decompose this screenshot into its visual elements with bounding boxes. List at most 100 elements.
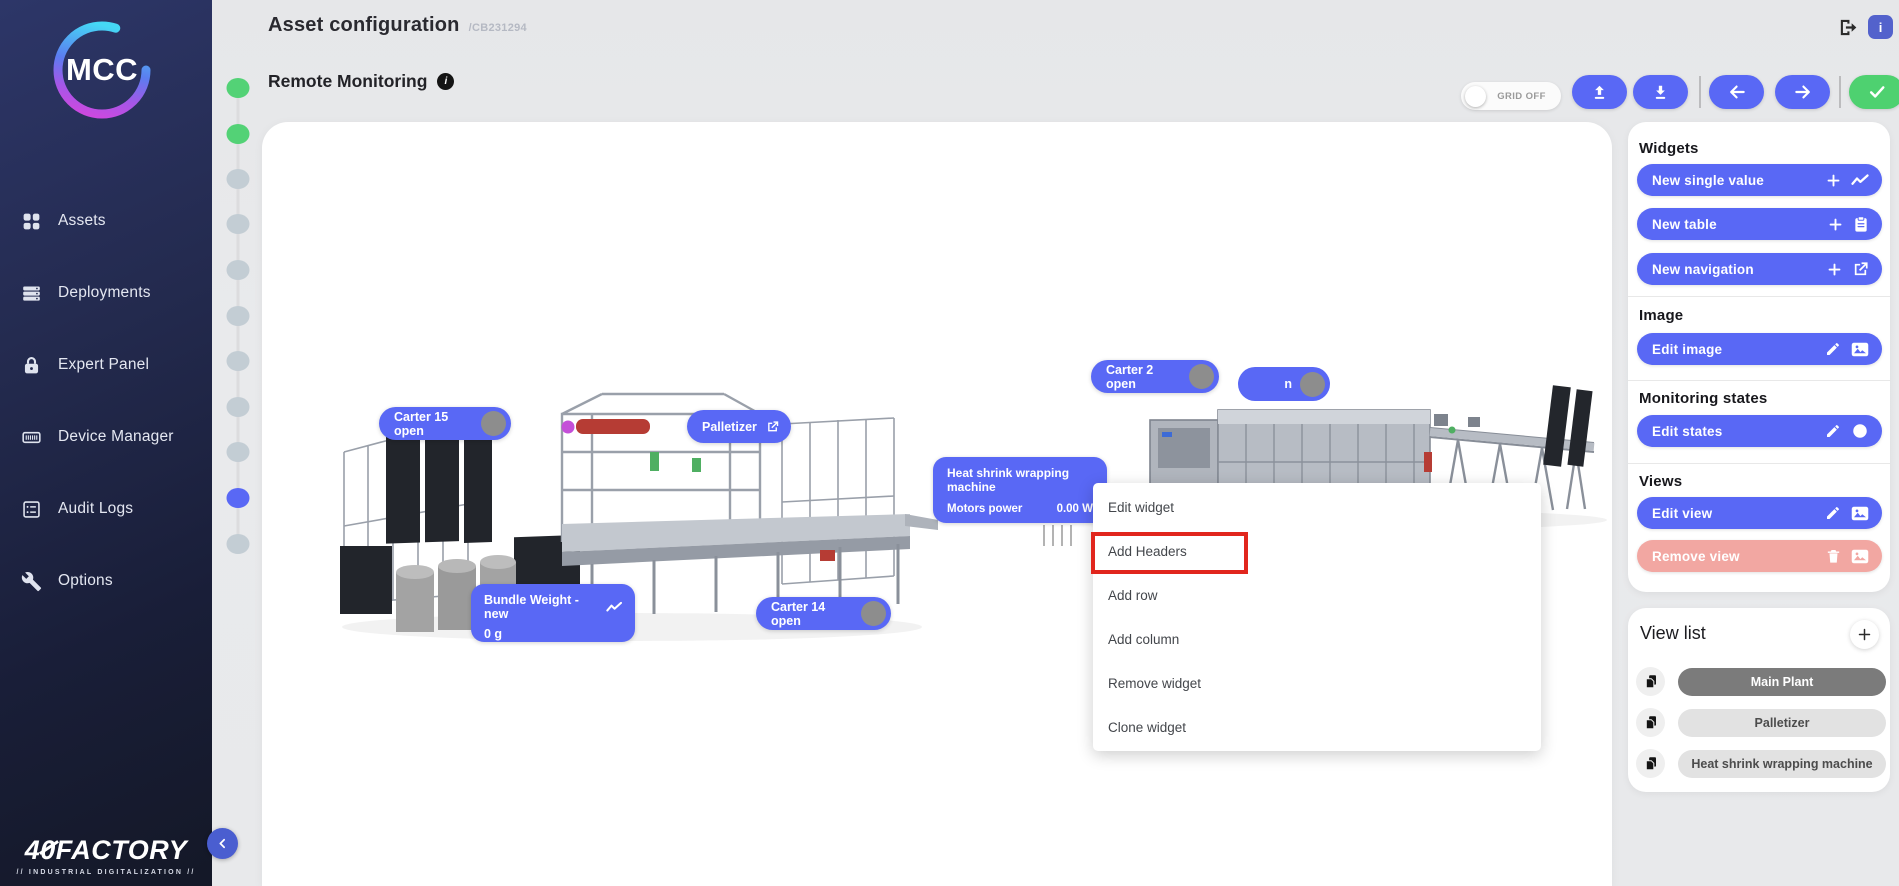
sidebar-collapse-button[interactable] bbox=[207, 828, 238, 859]
view-list-panel: View list Main Plant Palletizer bbox=[1628, 608, 1890, 792]
redo-forward-button[interactable] bbox=[1775, 75, 1830, 109]
view-info-i: i bbox=[445, 76, 448, 87]
widget-title: Heat shrink wrapping machine bbox=[947, 466, 1093, 494]
plus-icon bbox=[1857, 627, 1872, 642]
widget-carter-15[interactable]: Carter 15 open bbox=[379, 407, 511, 440]
factory-logo-0: 0 bbox=[40, 835, 56, 866]
factory-logo-4: 4 bbox=[25, 835, 41, 865]
sidebar-nav: Assets Deployments Expert Panel bbox=[0, 185, 212, 617]
info-badge[interactable]: i bbox=[1868, 15, 1893, 39]
widget-heat-shrink-machine[interactable]: Heat shrink wrapping machine Motors powe… bbox=[933, 457, 1107, 523]
external-link-icon bbox=[1852, 261, 1869, 278]
widget-row-label: Motors power bbox=[947, 503, 1022, 515]
sidebar-item-label: Options bbox=[58, 572, 113, 590]
widget-bundle-weight[interactable]: Bundle Weight - new 0 g bbox=[471, 584, 635, 642]
sidebar-item-audit-logs[interactable]: Audit Logs bbox=[0, 473, 212, 545]
image-icon bbox=[1851, 549, 1869, 564]
menu-item-add-headers[interactable]: Add Headers bbox=[1093, 529, 1541, 573]
view-item-main-plant[interactable]: Main Plant bbox=[1678, 668, 1886, 696]
asset-configuration-screen: MCC Assets Deployments bbox=[0, 0, 1899, 886]
info-badge-text: i bbox=[1879, 20, 1883, 35]
plus-icon bbox=[1826, 173, 1841, 188]
arrow-left-icon bbox=[1727, 82, 1747, 102]
mcc-brand-text: MCC bbox=[50, 18, 154, 122]
widget-palletizer-nav[interactable]: Palletizer bbox=[687, 410, 791, 443]
add-view-button[interactable] bbox=[1850, 620, 1879, 649]
sidebar-item-expert-panel[interactable]: Expert Panel bbox=[0, 329, 212, 401]
sidebar-item-label: Assets bbox=[58, 212, 106, 230]
widget-label: Carter 14 open bbox=[771, 600, 853, 628]
menu-item-edit-widget[interactable]: Edit widget bbox=[1093, 485, 1541, 529]
toolbar-divider bbox=[1699, 76, 1701, 108]
plus-icon bbox=[1828, 217, 1843, 232]
trend-icon bbox=[606, 600, 622, 614]
sidebar-item-assets[interactable]: Assets bbox=[0, 185, 212, 257]
widget-label: Carter 15 open bbox=[394, 410, 473, 438]
widget-label: Palletizer bbox=[702, 420, 757, 434]
button-label: Remove view bbox=[1652, 549, 1826, 564]
menu-item-clone-widget[interactable]: Clone widget bbox=[1093, 705, 1541, 749]
view-item-palletizer[interactable]: Palletizer bbox=[1678, 709, 1886, 737]
button-label: Edit states bbox=[1652, 424, 1825, 439]
lock-icon bbox=[21, 355, 42, 376]
button-label: Edit view bbox=[1652, 506, 1825, 521]
view-list-row: Main Plant bbox=[1636, 667, 1886, 696]
button-label: Edit image bbox=[1652, 342, 1825, 357]
sidebar: MCC Assets Deployments bbox=[0, 0, 212, 886]
sidebar-item-options[interactable]: Options bbox=[0, 545, 212, 617]
sidebar-item-label: Expert Panel bbox=[58, 356, 149, 374]
view-item-heat-shrink[interactable]: Heat shrink wrapping machine bbox=[1678, 750, 1886, 778]
section-heading-image: Image bbox=[1639, 307, 1683, 324]
undo-back-button[interactable] bbox=[1709, 75, 1764, 109]
sidebar-item-label: Device Manager bbox=[58, 428, 174, 446]
confirm-button[interactable] bbox=[1849, 75, 1899, 109]
panel-divider bbox=[1628, 296, 1890, 297]
chevron-left-icon bbox=[216, 837, 229, 850]
check-icon bbox=[1867, 82, 1887, 102]
new-table-button[interactable]: New table bbox=[1637, 208, 1882, 240]
new-single-value-button[interactable]: New single value bbox=[1637, 164, 1882, 196]
widget-carter-2[interactable]: Carter 2 open bbox=[1091, 360, 1219, 393]
trend-icon bbox=[1851, 173, 1869, 187]
section-heading-monitoring-states: Monitoring states bbox=[1639, 390, 1767, 407]
view-list-row: Heat shrink wrapping machine bbox=[1636, 749, 1886, 778]
wrench-icon bbox=[21, 571, 42, 592]
button-label: New navigation bbox=[1652, 262, 1827, 277]
grid-toggle[interactable]: GRID OFF bbox=[1461, 82, 1561, 110]
arrow-right-icon bbox=[1793, 82, 1813, 102]
stepper-dots-icon bbox=[224, 76, 252, 558]
breadcrumb: /CB231294 bbox=[469, 22, 527, 34]
view-title: Remote Monitoring bbox=[268, 71, 427, 92]
remove-view-button[interactable]: Remove view bbox=[1637, 540, 1882, 572]
external-link-icon bbox=[765, 419, 780, 435]
state-dot bbox=[1300, 372, 1325, 397]
copy-icon bbox=[1644, 715, 1658, 730]
menu-item-add-row[interactable]: Add row bbox=[1093, 573, 1541, 617]
widget-carter-14[interactable]: Carter 14 open bbox=[756, 597, 891, 630]
upload-button[interactable] bbox=[1572, 75, 1627, 109]
edit-view-button[interactable]: Edit view bbox=[1637, 497, 1882, 529]
pencil-icon bbox=[1825, 505, 1841, 521]
sidebar-item-device-manager[interactable]: Device Manager bbox=[0, 401, 212, 473]
toolbar-divider bbox=[1839, 76, 1841, 108]
duplicate-view-button[interactable] bbox=[1636, 667, 1665, 696]
menu-item-remove-widget[interactable]: Remove widget bbox=[1093, 661, 1541, 705]
duplicate-view-button[interactable] bbox=[1636, 749, 1665, 778]
widget-tools-panel: Widgets New single value New table New n… bbox=[1628, 122, 1890, 592]
new-navigation-button[interactable]: New navigation bbox=[1637, 253, 1882, 285]
menu-item-add-column[interactable]: Add column bbox=[1093, 617, 1541, 661]
duplicate-view-button[interactable] bbox=[1636, 708, 1665, 737]
download-button[interactable] bbox=[1633, 75, 1688, 109]
view-stepper[interactable] bbox=[224, 76, 252, 563]
widget-row-value: 0.00 W bbox=[1057, 503, 1093, 515]
edit-image-button[interactable]: Edit image bbox=[1637, 333, 1882, 365]
logout-icon[interactable] bbox=[1837, 16, 1860, 39]
grid-toggle-label: GRID OFF bbox=[1486, 91, 1561, 102]
sidebar-item-deployments[interactable]: Deployments bbox=[0, 257, 212, 329]
widget-partially-hidden[interactable]: n bbox=[1238, 367, 1330, 401]
edit-states-button[interactable]: Edit states bbox=[1637, 415, 1882, 447]
view-info-icon[interactable]: i bbox=[437, 73, 454, 90]
audit-list-icon bbox=[21, 499, 42, 520]
state-dot bbox=[861, 601, 886, 626]
barcode-device-icon bbox=[21, 427, 42, 448]
